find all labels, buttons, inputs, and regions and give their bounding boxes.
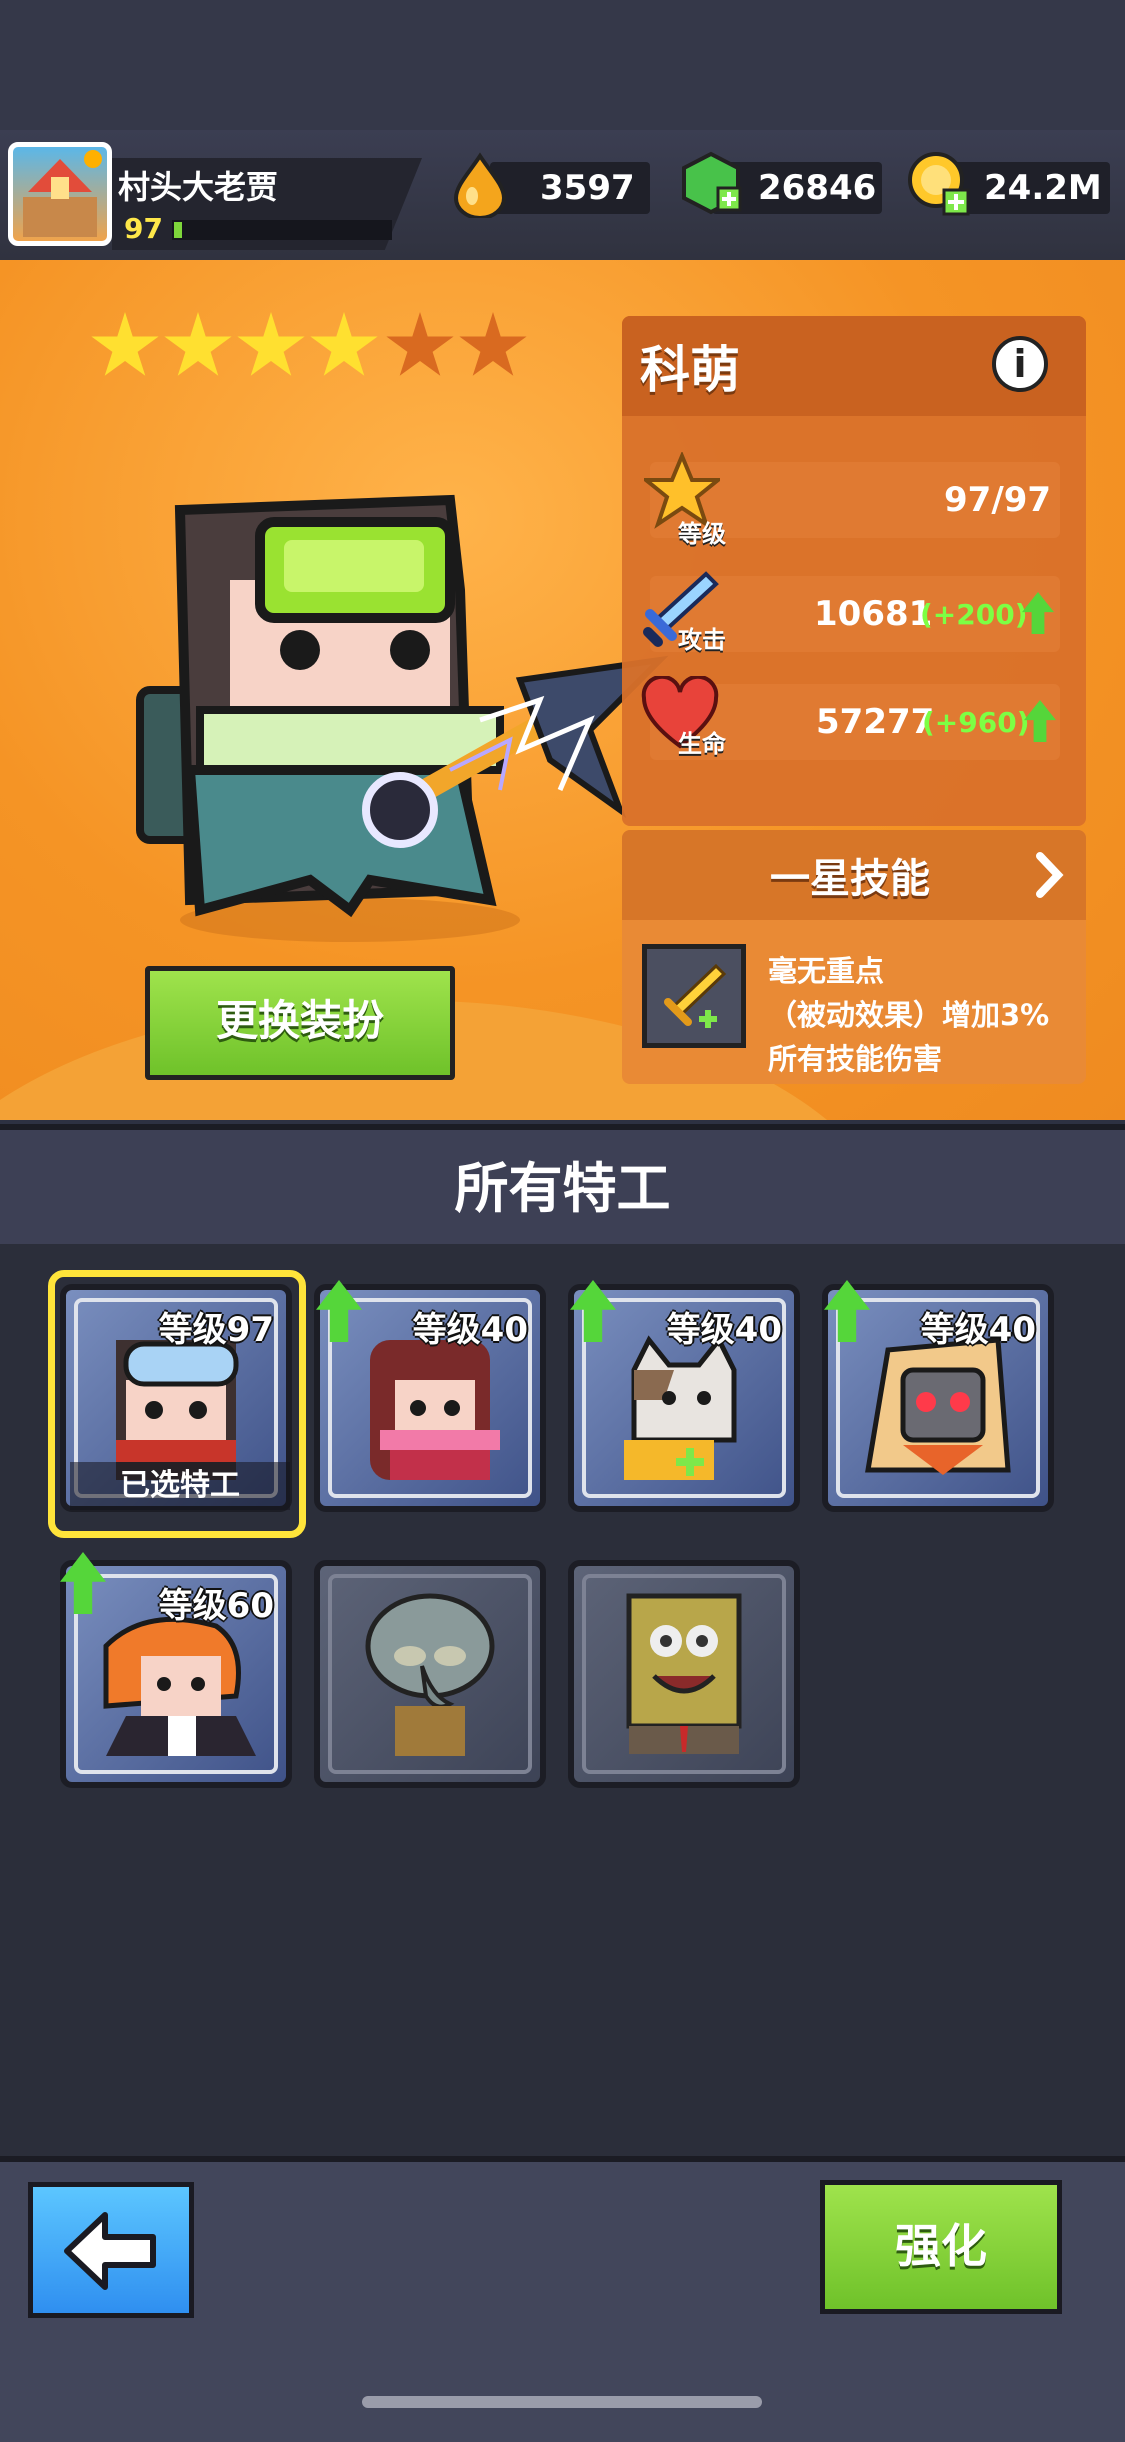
stat-level-label: 等级: [678, 520, 726, 548]
stat-level-value: 97/97: [944, 480, 1052, 520]
player-name: 村头大老贾: [118, 168, 279, 206]
player-level: 97: [124, 212, 163, 245]
stat-hp-label: 生命: [678, 730, 726, 758]
agent-4-level: 等级40: [920, 1310, 1036, 1350]
selected-agent-badge: 已选特工: [70, 1462, 290, 1510]
agent-5-level: 等级60: [158, 1586, 274, 1626]
xp-bar-fill: [174, 222, 182, 238]
xp-bar: [172, 220, 392, 240]
status-strip: [0, 0, 1125, 130]
coin-value: 24.2M: [984, 168, 1102, 208]
player-avatar[interactable]: [8, 142, 112, 246]
skill-line-3: 所有技能伤害: [768, 1042, 943, 1076]
agent-3-portrait: [624, 1335, 737, 1480]
agent-1-level: 等级97: [158, 1310, 274, 1350]
green-gem-icon[interactable]: [678, 150, 744, 216]
agent-5-portrait: [103, 1616, 256, 1756]
agent-card-3[interactable]: 等级40: [568, 1284, 800, 1512]
agent-card-7-locked[interactable]: [568, 1560, 800, 1788]
agent-card-4[interactable]: 等级40: [822, 1284, 1054, 1512]
agent-2-portrait: [370, 1340, 500, 1480]
agent-7-locked-portrait: [626, 1593, 742, 1754]
info-button[interactable]: i: [992, 336, 1048, 392]
gem-value: 26846: [758, 168, 877, 208]
agent-card-6-locked[interactable]: [314, 1560, 546, 1788]
skill-title[interactable]: 一星技能: [770, 846, 930, 904]
agent-1-portrait: [116, 1340, 239, 1480]
back-button[interactable]: [28, 2182, 194, 2318]
gold-coin-icon[interactable]: [906, 150, 972, 220]
stat-hp-value: 57277: [816, 702, 935, 742]
agent-4-portrait: [865, 1337, 1011, 1475]
back-arrow-icon: [64, 2212, 156, 2290]
agent-2-level: 等级40: [412, 1310, 528, 1350]
oil-drop-icon: [453, 152, 507, 218]
avatar-art-icon: [23, 150, 102, 237]
agent-6-locked-portrait: [365, 1593, 495, 1756]
chevron-right-icon[interactable]: [1034, 850, 1064, 900]
stat-hp-bonus: (+960): [922, 706, 1030, 739]
stat-attack-value: 10681: [814, 594, 933, 634]
change-outfit-button[interactable]: 更换装扮: [145, 966, 455, 1080]
golden-sword-plus-icon: [664, 963, 727, 1028]
agents-title: 所有特工: [454, 1157, 671, 1220]
enhance-button[interactable]: 强化: [820, 2180, 1062, 2314]
hero-character-art: [136, 494, 669, 942]
oil-value: 3597: [540, 168, 635, 208]
stat-attack-label: 攻击: [678, 626, 726, 654]
agent-card-2[interactable]: 等级40: [314, 1284, 546, 1512]
skill-line-2: （被动效果）增加3%: [768, 998, 1050, 1032]
home-indicator: [362, 2396, 762, 2408]
stat-attack-bonus: (+200): [920, 598, 1028, 631]
agent-card-5[interactable]: 等级60: [60, 1560, 292, 1788]
skill-line-1: 毫无重点: [768, 954, 885, 988]
hero-name: 科萌: [640, 341, 740, 399]
agent-3-level: 等级40: [666, 1310, 782, 1350]
